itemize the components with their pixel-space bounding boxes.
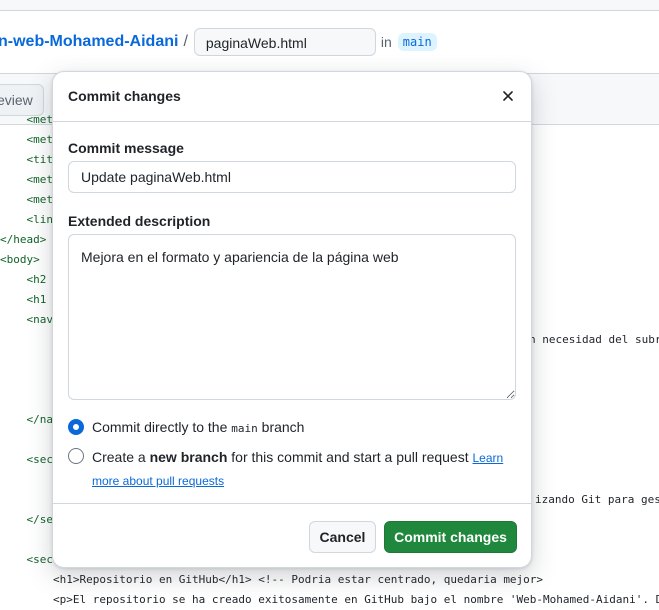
option-direct-branch: main (231, 422, 258, 435)
commit-message-label: Commit message (68, 140, 184, 156)
code-line: <h1>Repositorio en GitHub</h1> <!-- Podr… (0, 573, 544, 586)
code-line: <h2 (0, 273, 47, 286)
code-line: <lin (0, 213, 53, 226)
repo-link[interactable]: n-web-Mohamed-Aidani (0, 33, 178, 51)
code-line: <met (0, 113, 53, 126)
commit-dialog: Commit changes Commit message Extended d… (52, 71, 532, 568)
dialog-footer-divider (53, 503, 531, 504)
breadcrumb-separator: / (183, 33, 188, 50)
branch-badge[interactable]: main (397, 33, 437, 51)
code-line: <sec (0, 453, 53, 466)
file-name-input[interactable]: paginaWeb.html (193, 28, 376, 56)
dialog-title: Commit changes (68, 88, 181, 104)
extended-description-label: Extended description (68, 213, 211, 229)
option-new-branch-prefix: Create a (92, 449, 150, 465)
code-line: <met (0, 193, 53, 206)
code-line: <h1 (0, 293, 47, 306)
code-line: </na (0, 413, 53, 426)
option-commit-direct[interactable]: Commit directly to the main branch (68, 419, 304, 439)
in-label: in (380, 34, 392, 50)
code-line: n necesidad del subr (529, 333, 659, 346)
code-line: <nav (0, 313, 53, 326)
radio-new-branch[interactable] (68, 448, 84, 464)
x-icon (503, 91, 513, 101)
option-new-branch-suffix: for this commit and start a pull request (227, 449, 473, 465)
cancel-button[interactable]: Cancel (309, 521, 376, 553)
dialog-header: Commit changes (53, 72, 531, 122)
option-new-branch-text: Create a new branch for this commit and … (92, 446, 508, 492)
close-button[interactable] (497, 85, 519, 107)
option-direct-suffix: branch (257, 419, 305, 435)
code-editor[interactable]: <met <met <tit <met <met <lin </head> <b… (0, 110, 659, 606)
code-line: </se (0, 513, 53, 526)
radio-commit-direct[interactable] (68, 419, 84, 435)
code-line: <p>El repositorio se ha creado exitosame… (0, 593, 659, 606)
commit-changes-button[interactable]: Commit changes (384, 521, 517, 553)
code-line: <body> (0, 253, 40, 266)
option-direct-text: Commit directly to the main branch (92, 417, 304, 439)
option-new-branch[interactable]: Create a new branch for this commit and … (68, 448, 508, 492)
code-line: <met (0, 173, 53, 186)
code-line: izando Git para gest (535, 493, 659, 506)
commit-message-input[interactable] (68, 161, 516, 193)
option-new-branch-bold: new branch (149, 449, 228, 465)
code-line: <tit (0, 153, 53, 166)
option-direct-prefix: Commit directly to the (92, 419, 232, 435)
code-line: </head> (0, 233, 47, 246)
extended-description-textarea[interactable]: Mejora en el formato y apariencia de la … (68, 234, 516, 400)
code-line: <met (0, 133, 53, 146)
breadcrumb: n-web-Mohamed-Aidani / paginaWeb.html in… (0, 27, 437, 57)
code-line: <sec (0, 553, 53, 566)
top-band (0, 0, 659, 11)
